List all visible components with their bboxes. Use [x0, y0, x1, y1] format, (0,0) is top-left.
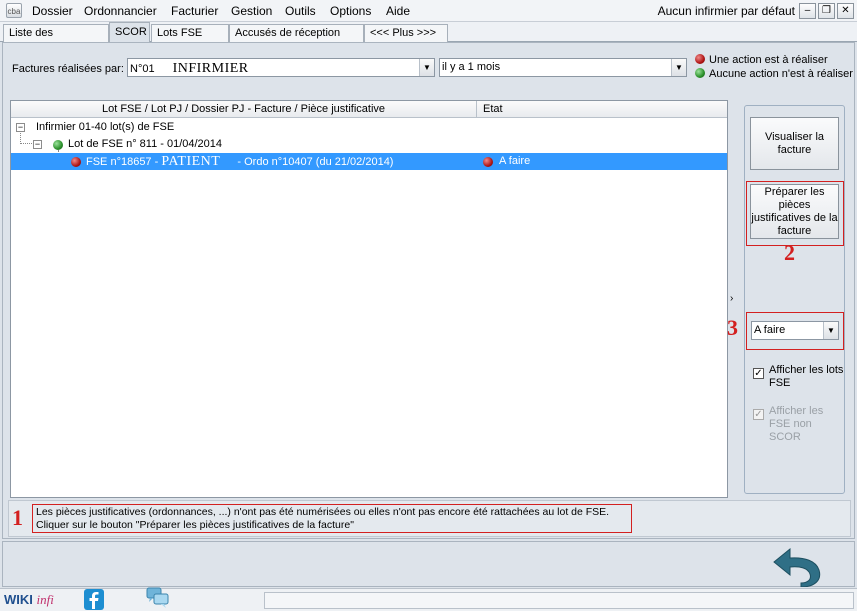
- status-filter-value: A faire: [754, 324, 786, 336]
- green-status-icon: [53, 140, 63, 150]
- bottom-panel: [2, 541, 855, 587]
- column-header-state[interactable]: Etat: [483, 101, 503, 117]
- menu-bar: cba Dossier Ordonnancier Facturier Gesti…: [0, 0, 857, 22]
- fse-patient: PATIENT: [161, 154, 221, 169]
- view-invoice-button[interactable]: Visualiser la facture: [750, 117, 839, 170]
- fse-state: A faire: [499, 155, 531, 167]
- collapse-icon[interactable]: −: [16, 123, 25, 132]
- info-message-line2: Cliquer sur le bouton "Préparer les pièc…: [36, 519, 354, 531]
- legend-green: Aucune action n'est à réaliser: [695, 68, 853, 80]
- facebook-icon[interactable]: [84, 589, 104, 610]
- period-select-value: il y a 1 mois: [442, 61, 501, 73]
- tree-lot-label: Lot de FSE n° 811 - 01/04/2014: [68, 138, 223, 150]
- tab-lots-fse-emis[interactable]: Lots FSE émis: [151, 24, 229, 55]
- nurse-select[interactable]: N°01 INFIRMIER ▼: [127, 58, 435, 77]
- tree-row-lot[interactable]: − Lot de FSE n° 811 - 01/04/2014: [11, 136, 727, 153]
- tab-accuses-reception[interactable]: Accusés de réception FSE: [229, 24, 364, 55]
- chevron-down-icon[interactable]: ▼: [419, 59, 434, 76]
- prepare-documents-button[interactable]: Préparer les pièces justificatives de la…: [750, 184, 839, 239]
- fse-row-text: FSE n°18657 - PATIENT - Ordo n°10407 (du…: [86, 153, 393, 171]
- tree-row-fse[interactable]: FSE n°18657 - PATIENT - Ordo n°10407 (du…: [11, 153, 727, 170]
- return-arrow-icon[interactable]: [770, 545, 824, 587]
- menu-facturier[interactable]: Facturier: [171, 4, 218, 18]
- menu-outils[interactable]: Outils: [285, 4, 316, 18]
- fse-number: FSE n°18657 -: [86, 156, 159, 168]
- annotation-number-1: 1: [12, 505, 23, 530]
- green-status-icon: [695, 68, 705, 78]
- wiki-infi-link[interactable]: WIKI infi: [4, 592, 54, 608]
- red-status-icon: [695, 54, 705, 64]
- period-select[interactable]: il y a 1 mois ▼: [439, 58, 687, 77]
- chevron-down-icon[interactable]: ▼: [671, 59, 686, 76]
- collapse-icon[interactable]: −: [33, 140, 42, 149]
- nurse-number: N°01: [130, 63, 155, 75]
- menu-gestion[interactable]: Gestion: [231, 4, 272, 18]
- tree-row-root[interactable]: − Infirmier 01-40 lot(s) de FSE: [11, 119, 727, 136]
- red-status-icon: [71, 157, 81, 167]
- menu-options[interactable]: Options: [330, 4, 371, 18]
- column-header-main[interactable]: Lot FSE / Lot PJ / Dossier PJ - Facture …: [11, 101, 477, 118]
- show-nonscor-checkbox: ✓: [753, 409, 764, 420]
- filter-label: Factures réalisées par:: [12, 63, 124, 75]
- fse-tree-grid[interactable]: Lot FSE / Lot PJ / Dossier PJ - Facture …: [10, 100, 728, 498]
- status-filter-select[interactable]: A faire ▼: [751, 321, 839, 340]
- menu-ordonnancier[interactable]: Ordonnancier: [84, 4, 157, 18]
- tab-plus[interactable]: <<< Plus >>>: [364, 24, 448, 42]
- nurse-select-value: N°01 INFIRMIER: [130, 61, 249, 77]
- close-button[interactable]: ✕: [837, 3, 854, 19]
- info-message-line1: Les pièces justificatives (ordonnances, …: [36, 506, 610, 518]
- annotation-number-2: 2: [784, 240, 795, 265]
- minimize-button[interactable]: –: [799, 3, 816, 19]
- action-side-panel: Visualiser la facture Préparer les pièce…: [727, 105, 845, 494]
- infi-text: infi: [36, 592, 54, 607]
- main-panel: Factures réalisées par: N°01 INFIRMIER ▼ …: [2, 42, 855, 539]
- message-bar: 1 Les pièces justificatives (ordonnances…: [8, 500, 851, 537]
- tab-strip: Liste des paiements SCOR Lots FSE émis A…: [0, 22, 857, 55]
- chat-icon[interactable]: [146, 587, 170, 609]
- default-nurse-status: Aucun infirmier par défaut: [657, 4, 795, 18]
- tree-root-label: Infirmier 01-40 lot(s) de FSE: [36, 121, 175, 133]
- legend-green-label: Aucune action n'est à réaliser: [709, 68, 853, 80]
- status-field: [264, 592, 854, 609]
- red-status-icon: [483, 157, 493, 167]
- restore-button[interactable]: ❐: [818, 3, 835, 19]
- tab-liste-paiements[interactable]: Liste des paiements: [3, 24, 109, 55]
- app-icon[interactable]: cba: [6, 3, 22, 18]
- chevron-right-icon[interactable]: ›: [730, 293, 733, 304]
- nurse-name: INFIRMIER: [172, 61, 249, 76]
- show-lots-label: Afficher les lots FSE: [769, 364, 844, 389]
- annotation-number-3: 3: [727, 315, 738, 340]
- show-nonscor-label: Afficher les FSE non SCOR: [769, 405, 824, 443]
- fse-ordo: - Ordo n°10407 (du 21/02/2014): [237, 156, 394, 168]
- legend-red: Une action est à réaliser: [695, 54, 828, 66]
- legend-red-label: Une action est à réaliser: [709, 54, 828, 66]
- wiki-text: WIKI: [4, 592, 33, 607]
- status-bar: WIKI infi: [0, 587, 857, 611]
- info-message: Les pièces justificatives (ordonnances, …: [32, 504, 632, 533]
- grid-header: Lot FSE / Lot PJ / Dossier PJ - Facture …: [11, 101, 727, 118]
- menu-dossier[interactable]: Dossier: [32, 4, 73, 18]
- menu-aide[interactable]: Aide: [386, 4, 410, 18]
- show-lots-checkbox[interactable]: ✓: [753, 368, 764, 379]
- tab-scor[interactable]: SCOR: [109, 22, 150, 43]
- chevron-down-icon[interactable]: ▼: [823, 322, 838, 339]
